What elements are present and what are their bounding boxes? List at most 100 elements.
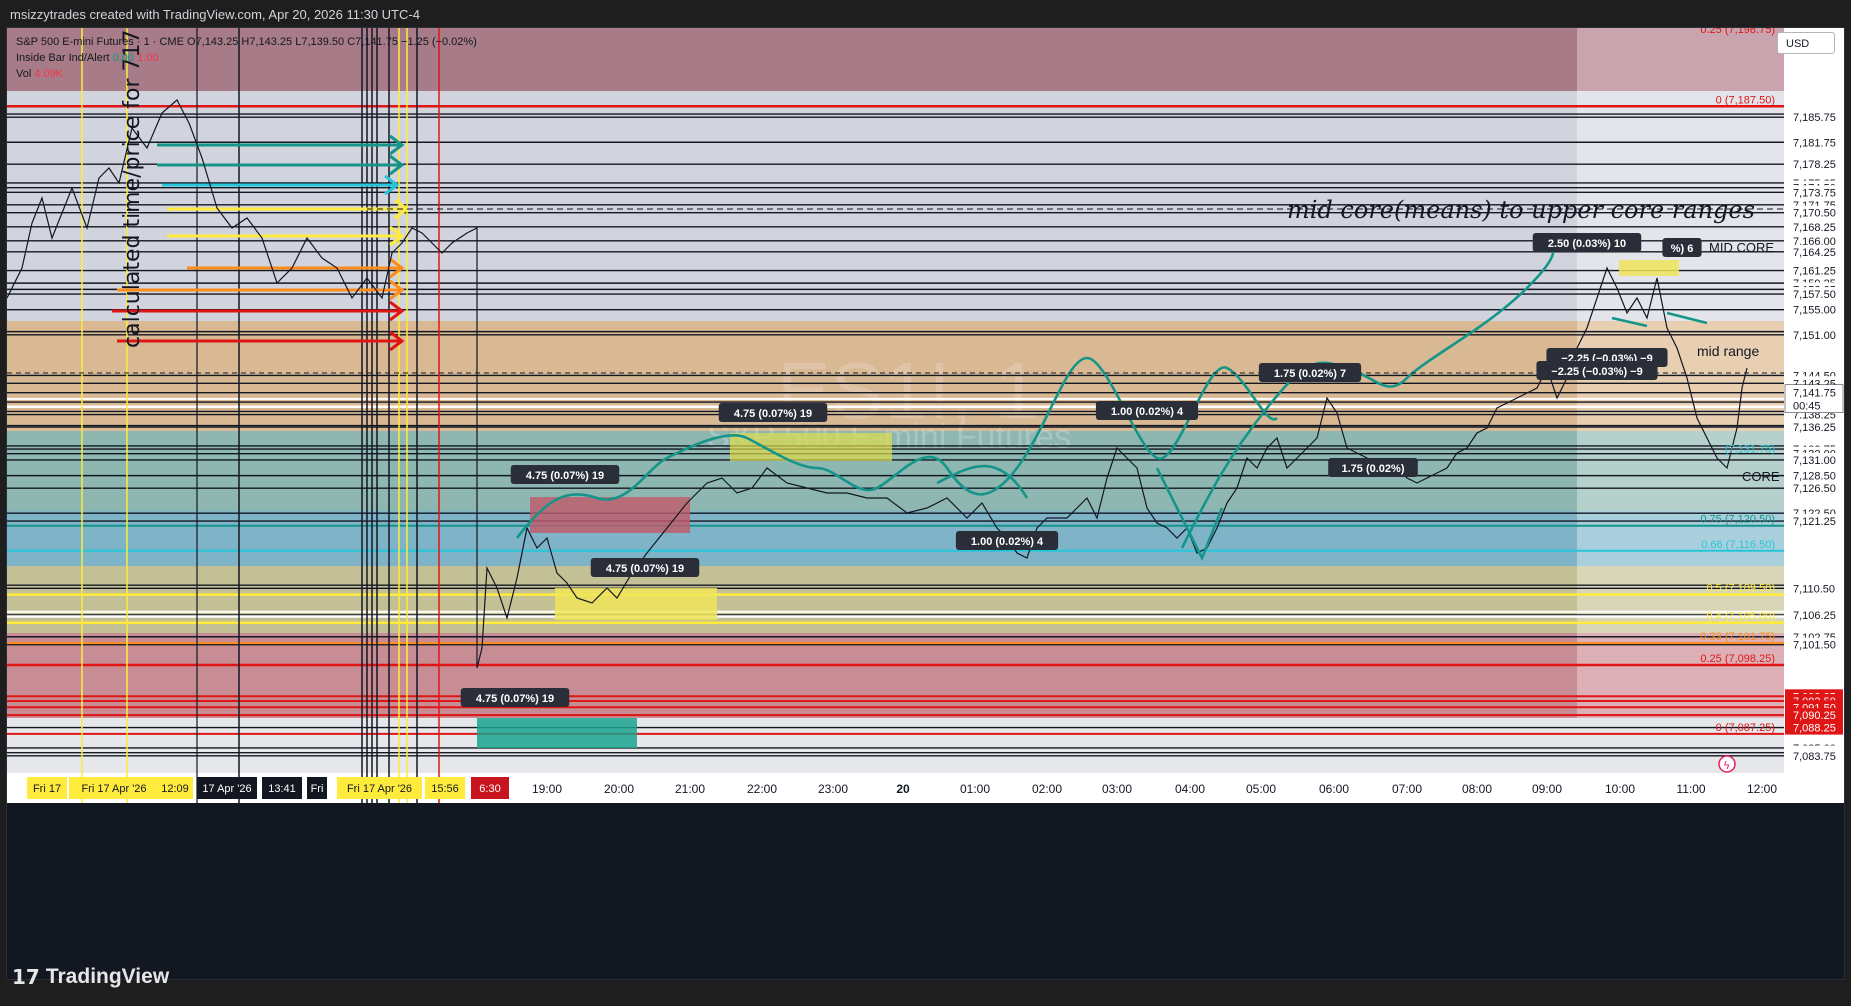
- symbol-legend-line[interactable]: S&P 500 E-mini Futures · 1 · CME O7,143.…: [16, 34, 477, 50]
- current-price-marker: 7,141.7500:45: [1784, 384, 1844, 413]
- measure-label: 4.75 (0.07%) 19: [460, 688, 570, 707]
- indicator-legend-line[interactable]: Inside Bar Ind/Alert 0.00 1.00: [16, 50, 477, 66]
- chart-attribution: msizzytrades created with TradingView.co…: [10, 7, 420, 22]
- time-tick-label: 01:00: [960, 782, 990, 796]
- price-tick-label: 7,106.25: [1793, 610, 1836, 622]
- time-stamp-label: 6:30: [479, 783, 500, 795]
- price-tick: 7,155.00: [1785, 302, 1843, 317]
- time-axis-stamps: Fri 17 Fri 17 Apr '26 12:09 17 Apr '26 13:41…: [27, 777, 509, 799]
- price-tick: 7,128.50: [1785, 468, 1843, 483]
- measure-label: 4.75 (0.07%) 19: [718, 403, 828, 422]
- price-tick-label: 7,126.50: [1793, 483, 1836, 495]
- price-tick-label: 7,168.25: [1793, 222, 1836, 234]
- price-tick: 7,157.50: [1785, 287, 1843, 302]
- price-tick-label: 7,101.50: [1793, 640, 1836, 652]
- time-stamp-label: Fri 17: [33, 783, 61, 795]
- time-stamp-label: 12:09: [161, 783, 189, 795]
- time-tick-label: 20: [896, 782, 910, 796]
- measure-label-text: 4.75 (0.07%) 19: [606, 563, 684, 575]
- measure-label-text: 2.50 (0.03%) 10: [1548, 238, 1626, 250]
- fib-level-label: 0 (7,087.25): [1716, 722, 1775, 734]
- tradingview-logo-mark-icon: 𝟭𝟳: [12, 965, 40, 989]
- price-tick: 7,083.75: [1785, 748, 1843, 763]
- price-tick-label: 7,161.25: [1793, 266, 1836, 278]
- price-tick-label: 7,083.75: [1793, 751, 1836, 763]
- price-tick: 7,164.25: [1785, 244, 1843, 259]
- price-tick-label: 7,121.25: [1793, 516, 1836, 528]
- volume-legend-line[interactable]: Vol 4.09K: [16, 66, 477, 82]
- measure-label-text: 1.75 (0.02%) 7: [1274, 368, 1346, 380]
- price-tick: 7,151.00: [1785, 327, 1843, 342]
- mid-core-label: MID CORE: [1709, 240, 1774, 255]
- price-tick-label: 7,157.50: [1793, 289, 1836, 301]
- time-tick-label: 10:00: [1605, 782, 1635, 796]
- volume-value: 4.09K: [34, 68, 64, 80]
- time-stamp: Fri: [307, 777, 327, 799]
- measure-box-teal: [477, 718, 637, 748]
- time-stamp: 6:30: [471, 777, 509, 799]
- price-tick: 7,121.25: [1785, 514, 1843, 529]
- fib-level-label: 0.75 (7,120.50): [1700, 514, 1775, 526]
- time-tick-label: 07:00: [1392, 782, 1422, 796]
- time-tick-label: 03:00: [1102, 782, 1132, 796]
- time-stamp-label: 17 Apr '26: [202, 783, 251, 795]
- core-label: CORE: [1742, 469, 1780, 484]
- time-stamp: Fri 17: [27, 777, 67, 799]
- measure-label-text: 1.00 (0.02%) 4: [1111, 406, 1184, 418]
- measure-label-text: −2.25 (−0.03%) −9: [1551, 366, 1642, 378]
- time-stamp: 13:41: [262, 777, 302, 799]
- measure-label: 1.00 (0.02%) 4: [1095, 401, 1199, 420]
- price-tick-label: 7,170.50: [1793, 208, 1836, 220]
- time-stamp: Fri 17 Apr '26: [69, 777, 159, 799]
- fib-level-label: 0.4 (7,105.00): [1707, 611, 1776, 623]
- zone-upper-red-right: [1577, 28, 1784, 91]
- time-stamp-label: Fri 17 Apr '26: [347, 783, 412, 795]
- price-tick: 7,126.50: [1785, 481, 1843, 496]
- lightning-glyph: ϟ: [1723, 759, 1730, 772]
- countdown-label: 00:45: [1793, 401, 1821, 413]
- price-tick-red: 7,090.25: [1785, 708, 1843, 723]
- time-tick-label: 08:00: [1462, 782, 1492, 796]
- price-tick-label: 7,164.25: [1793, 247, 1836, 259]
- current-price-label: 7,141.75: [1793, 388, 1836, 400]
- measure-box-red: [530, 497, 690, 533]
- time-stamp: Fri 17 Apr '26: [337, 777, 422, 799]
- fib-level-label: 0.5 (7,109.50): [1707, 583, 1776, 595]
- chart-legend: S&P 500 E-mini Futures · 1 · CME O7,143.…: [16, 34, 477, 82]
- price-tick-label: 7,131.00: [1793, 455, 1836, 467]
- fib-level-label: 0.25 (7,198.75): [1700, 28, 1775, 36]
- time-tick-label: 11:00: [1676, 782, 1705, 796]
- price-tick-label: 7,136.25: [1793, 422, 1836, 434]
- price-tick: 7,136.25: [1785, 420, 1843, 435]
- price-tick: 7,178.25: [1785, 157, 1843, 172]
- fib-level-label: (7,131.75): [1725, 443, 1775, 455]
- symbol-ohlc-text: S&P 500 E-mini Futures · 1 · CME O7,143.…: [16, 36, 477, 48]
- measure-label: 1.75 (0.02%): [1328, 458, 1418, 477]
- time-tick-label: 09:00: [1532, 782, 1562, 796]
- price-tick: 7,161.25: [1785, 263, 1843, 278]
- measure-label: 4.75 (0.07%) 19: [510, 465, 620, 484]
- measure-label-text: %) 6: [1671, 243, 1694, 255]
- measure-box-yellow-3: [1619, 260, 1679, 276]
- time-tick-label: 02:00: [1032, 782, 1062, 796]
- measure-label: 1.00 (0.02%) 4: [955, 531, 1059, 550]
- chart-area[interactable]: ES1!, 1 S&P 500 E-mini Futures calculate…: [6, 27, 1845, 980]
- price-chart[interactable]: ES1!, 1 S&P 500 E-mini Futures calculate…: [7, 28, 1844, 979]
- measure-label-text: 1.00 (0.02%) 4: [971, 536, 1044, 548]
- time-stamp-label: Fri: [311, 783, 324, 795]
- indicator-value-1: 0.00: [112, 52, 135, 64]
- tradingview-wordmark: TradingView: [45, 965, 170, 988]
- price-tick-label: 7,151.00: [1793, 330, 1836, 342]
- currency-button[interactable]: USD: [1777, 32, 1835, 54]
- zone-bottom: [7, 718, 1784, 773]
- zone-blue: [7, 511, 1577, 566]
- indicator-name: Inside Bar Ind/Alert: [16, 52, 110, 64]
- measure-box-yellow-1: [555, 588, 717, 620]
- price-tick: 7,170.50: [1785, 205, 1843, 220]
- mid-range-label: mid range: [1697, 343, 1759, 359]
- price-tick: 7,173.75: [1785, 185, 1843, 200]
- measure-label: 4.75 (0.07%) 19: [590, 558, 700, 577]
- time-tick-label: 22:00: [747, 782, 777, 796]
- time-stamp-label: 15:56: [431, 783, 459, 795]
- price-tick-red-label: 7,088.25: [1793, 723, 1836, 735]
